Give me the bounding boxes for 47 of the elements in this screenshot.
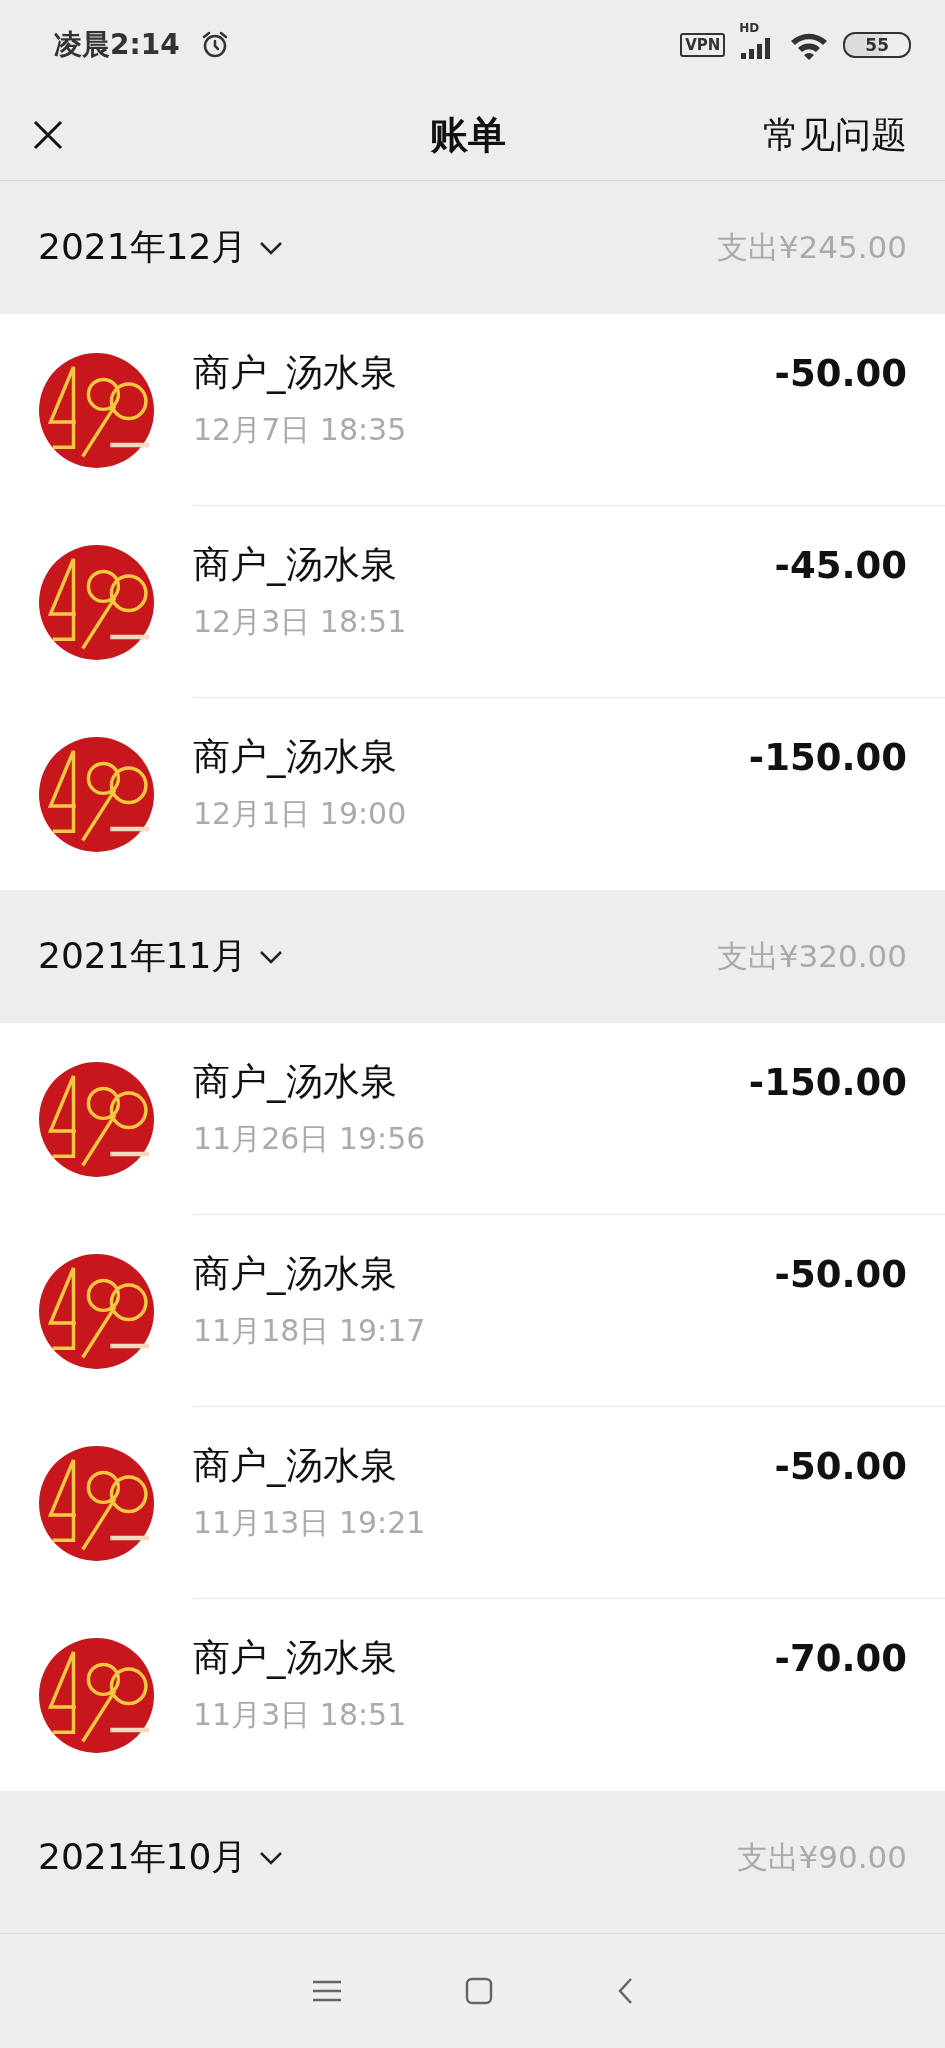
merchant-name: 商户_汤水泉	[193, 1059, 398, 1105]
battery-indicator: 55	[843, 32, 911, 58]
month-selector[interactable]: 2021年12月	[38, 223, 284, 272]
status-time: 凌晨2:14	[54, 27, 180, 63]
back-icon[interactable]	[616, 1977, 633, 2005]
merchant-name: 商户_汤水泉	[193, 1635, 398, 1681]
merchant-name: 商户_汤水泉	[193, 1251, 398, 1297]
month-expense-total: 支出¥320.00	[716, 936, 907, 976]
chevron-down-icon	[259, 240, 284, 255]
network-type: HD	[739, 21, 760, 35]
transaction-time: 11月3日 18:51	[193, 1696, 407, 1734]
transaction-row[interactable]: 商户_汤水泉 12月1日 19:00 -150.00	[0, 698, 945, 890]
transaction-row[interactable]: 商户_汤水泉 11月26日 19:56 -150.00	[0, 1023, 945, 1215]
transaction-row[interactable]: 商户_汤水泉 11月18日 19:17 -50.00	[0, 1215, 945, 1407]
transaction-row[interactable]: 商户_汤水泉 12月3日 18:51 -45.00	[0, 506, 945, 698]
transaction-time: 11月18日 19:17	[193, 1312, 426, 1350]
month-expense-total: 支出¥245.00	[716, 227, 907, 267]
merchant-name: 商户_汤水泉	[193, 350, 398, 396]
merchant-name: 商户_汤水泉	[193, 542, 398, 588]
month-selector[interactable]: 2021年10月	[38, 1833, 284, 1882]
transaction-row[interactable]: 商户_汤水泉 11月13日 19:21 -50.00	[0, 1407, 945, 1599]
vpn-indicator: VPN	[680, 33, 726, 57]
transaction-amount: -150.00	[748, 736, 907, 781]
page-title: 账单	[429, 111, 506, 159]
transaction-time: 12月7日 18:35	[193, 411, 407, 449]
month-selector[interactable]: 2021年11月	[38, 932, 284, 981]
home-icon[interactable]	[464, 1977, 493, 2005]
transaction-amount: -45.00	[774, 544, 907, 589]
merchant-name: 商户_汤水泉	[193, 734, 398, 780]
transaction-time: 12月1日 19:00	[193, 795, 407, 833]
month-expense-total: 支出¥90.00	[736, 1837, 907, 1877]
transaction-row[interactable]: 商户_汤水泉 11月3日 18:51 -70.00	[0, 1599, 945, 1791]
chevron-down-icon	[259, 1850, 284, 1865]
transaction-amount: -70.00	[774, 1637, 907, 1682]
faq-link[interactable]: 常见问题	[763, 110, 907, 160]
transaction-amount: -50.00	[774, 352, 907, 397]
merchant-name: 商户_汤水泉	[193, 1443, 398, 1489]
transaction-amount: -50.00	[774, 1253, 907, 1298]
transaction-amount: -150.00	[748, 1061, 907, 1106]
close-icon	[32, 119, 64, 151]
transaction-time: 11月26日 19:56	[193, 1120, 426, 1158]
transaction-amount: -50.00	[774, 1445, 907, 1490]
menu-icon[interactable]	[312, 1980, 341, 2002]
transaction-row[interactable]: 商户_汤水泉 12月7日 18:35 -50.00	[0, 314, 945, 506]
transaction-time: 12月3日 18:51	[193, 603, 407, 641]
transaction-time: 11月13日 19:21	[193, 1504, 426, 1542]
chevron-down-icon	[259, 949, 284, 964]
